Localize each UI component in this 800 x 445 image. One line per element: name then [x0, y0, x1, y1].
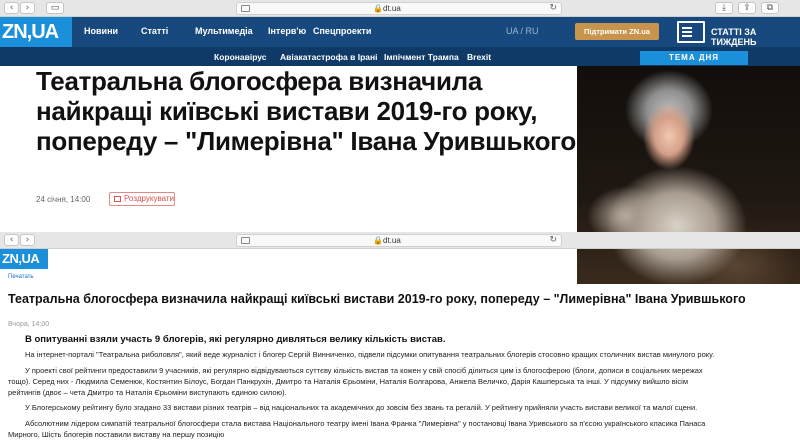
support-button[interactable]: Підтримати ZN.ua — [575, 23, 659, 40]
forward-icon[interactable]: › — [20, 234, 35, 246]
print-button[interactable]: Роздрукувати — [109, 192, 175, 206]
topic-crash[interactable]: Авіакатастрофа в Ірані — [280, 52, 378, 62]
download-icon[interactable]: ⤓ — [715, 2, 733, 14]
tab-icon — [241, 5, 250, 12]
print-paragraph: Абсолютним лідером симпатій театральної … — [8, 419, 706, 439]
back-icon[interactable]: ‹ — [4, 234, 19, 246]
print-lead: В опитуванні взяли участь 9 блогерів, як… — [25, 334, 446, 345]
address-bar[interactable]: 🔒 dt.ua ↻ — [236, 234, 562, 247]
browser-toolbar-print: ‹ › 🔒 dt.ua ↻ — [0, 232, 800, 249]
url-text: dt.ua — [383, 4, 401, 13]
printer-icon — [114, 196, 121, 202]
lock-icon: 🔒 — [373, 236, 383, 245]
topic-coronavirus[interactable]: Коронавірус — [214, 52, 267, 62]
share-icon[interactable]: ⇪ — [738, 2, 756, 14]
tab-icon — [241, 237, 250, 244]
article-headline: Театральна блогосфера визначила найкращі… — [36, 66, 576, 156]
language-switch[interactable]: UA / RU — [506, 26, 539, 36]
weekly-articles-link[interactable]: СТАТТІ ЗА ТИЖДЕНЬ — [711, 27, 800, 47]
print-logo: ZN,UA — [0, 249, 48, 269]
back-icon[interactable]: ‹ — [4, 2, 19, 14]
address-bar[interactable]: 🔒 dt.ua ↻ — [236, 2, 562, 15]
print-paragraph: На інтернет-порталі "Театральна риболовл… — [25, 350, 715, 359]
topic-impeachment[interactable]: Імпічмент Трампа — [384, 52, 459, 62]
nav-special[interactable]: Спецпроекти — [313, 26, 371, 36]
browser-toolbar: ‹ › ▭ 🔒 dt.ua ↻ ⤓ ⇪ ⧉ — [0, 0, 800, 17]
nav-news[interactable]: Новини — [84, 26, 118, 36]
topic-brexit[interactable]: Brexit — [467, 52, 491, 62]
print-title: Театральна блогосфера визначила найкращі… — [8, 292, 746, 306]
url-text: dt.ua — [383, 236, 401, 245]
sidebar-icon[interactable]: ▭ — [46, 2, 64, 14]
forward-icon[interactable]: › — [20, 2, 35, 14]
article-date: 24 січня, 14:00 — [36, 195, 91, 204]
print-paragraph: У проекті свої рейтинги предоставили 9 у… — [8, 366, 703, 397]
site-logo[interactable]: ZN,UA — [0, 17, 72, 47]
reload-icon[interactable]: ↻ — [549, 235, 557, 245]
nav-articles[interactable]: Статті — [141, 26, 168, 36]
tema-dnya-label: ТЕМА ДНЯ — [640, 51, 748, 65]
lock-icon: 🔒 — [373, 4, 383, 13]
nav-multimedia[interactable]: Мультимедіа — [195, 26, 253, 36]
print-date: Вчора, 14:00 — [8, 321, 50, 328]
print-paragraph: У Блогерському рейтингу було згадано 33 … — [25, 403, 698, 412]
magazine-icon[interactable] — [677, 21, 705, 43]
print-label: Роздрукувати — [124, 194, 175, 203]
tabs-icon[interactable]: ⧉ — [761, 2, 779, 14]
nav-interview[interactable]: Інтерв'ю — [268, 26, 306, 36]
article-photo — [577, 66, 800, 284]
print-link[interactable]: Печатать — [8, 274, 34, 280]
reload-icon[interactable]: ↻ — [549, 3, 557, 13]
